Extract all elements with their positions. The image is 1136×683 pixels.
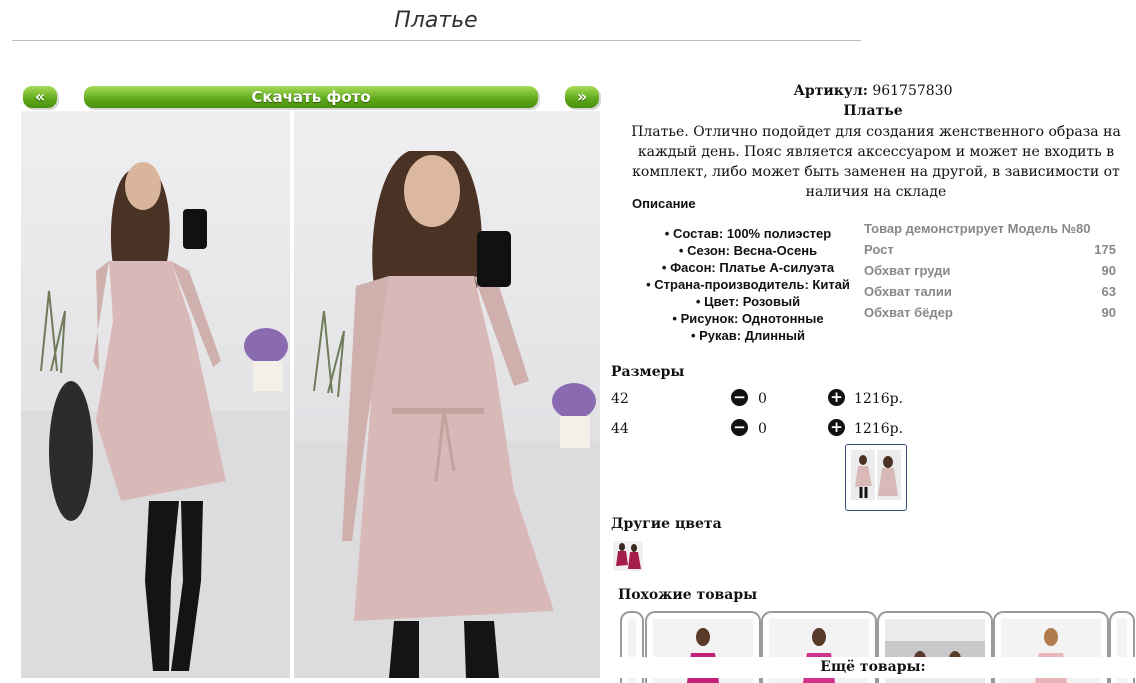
attributes-list: Состав: 100% полиэстер Сезон: Весна-Осен…	[620, 225, 876, 344]
product-name: Платье	[843, 103, 903, 119]
quantity-value: 0	[758, 391, 767, 407]
download-photo-button[interactable]: Скачать фото	[84, 86, 538, 108]
model-label: Обхват груди	[864, 263, 951, 278]
other-colors-heading: Другие цвета	[611, 516, 722, 532]
model-row: Товар демонстрирует Модель №80	[864, 218, 1116, 239]
article-number: 961757830	[872, 83, 953, 99]
size-row: 42 − 0 + 1216р.	[611, 389, 911, 411]
model-value: 90	[1101, 305, 1116, 320]
attribute-item: Рисунок: Однотонные	[620, 310, 876, 327]
more-products-label[interactable]: Ещё товары:	[610, 657, 1136, 678]
model-row: Обхват груди 90	[864, 260, 1116, 281]
attribute-item: Фасон: Платье А-силуэта	[620, 259, 876, 276]
model-label: Обхват бёдер	[864, 305, 953, 320]
product-photo	[21, 111, 600, 678]
attribute-item: Страна-производитель: Китай	[620, 276, 876, 293]
model-value: 175	[1094, 242, 1116, 257]
model-photo-right	[294, 151, 600, 678]
selected-photo-thumbnail[interactable]	[845, 444, 907, 511]
page-title: Платье	[394, 8, 478, 33]
product-description: Платье. Отлично подойдет для создания же…	[631, 124, 1121, 200]
title-divider	[12, 40, 861, 41]
size-price: 1216р.	[854, 391, 904, 407]
similar-products-heading: Похожие товары	[618, 587, 758, 603]
size-label: 44	[611, 421, 629, 437]
photo-panel-right	[294, 111, 600, 678]
attribute-item: Сезон: Весна-Осень	[620, 242, 876, 259]
article-label: Артикул:	[793, 83, 868, 99]
model-value: 90	[1101, 263, 1116, 278]
model-row: Обхват талии 63	[864, 281, 1116, 302]
size-label: 42	[611, 391, 629, 407]
description-heading: Описание	[632, 196, 696, 211]
color-variant-image	[616, 543, 641, 569]
minus-circle-icon[interactable]: −	[731, 389, 748, 406]
attribute-item: Состав: 100% полиэстер	[620, 225, 876, 242]
prev-photo-button[interactable]: «	[23, 86, 57, 108]
model-photo-left	[21, 162, 290, 678]
model-caption: Товар демонстрирует Модель №80	[864, 221, 1091, 236]
article-line: Артикул: 961757830	[610, 83, 1136, 99]
sizes-heading: Размеры	[611, 364, 685, 380]
model-row: Рост 175	[864, 239, 1116, 260]
model-row: Обхват бёдер 90	[864, 302, 1116, 323]
model-value: 63	[1101, 284, 1116, 299]
plus-circle-icon[interactable]: +	[828, 389, 845, 406]
model-measurements-table: Товар демонстрирует Модель №80 Рост 175 О…	[864, 218, 1116, 323]
color-variant-thumbnail[interactable]	[613, 541, 643, 571]
quantity-value: 0	[758, 421, 767, 437]
size-row: 44 − 0 + 1216р.	[611, 419, 911, 441]
model-label: Рост	[864, 242, 894, 257]
attribute-item: Цвет: Розовый	[620, 293, 876, 310]
photo-panel-left	[21, 111, 290, 678]
model-label: Обхват талии	[864, 284, 952, 299]
plus-circle-icon[interactable]: +	[828, 419, 845, 436]
thumbnail-figures	[855, 455, 898, 498]
minus-circle-icon[interactable]: −	[731, 419, 748, 436]
attribute-item: Рукав: Длинный	[620, 327, 876, 344]
next-photo-button[interactable]: »	[565, 86, 599, 108]
size-price: 1216р.	[854, 421, 904, 437]
thumbnail-image	[851, 450, 901, 500]
